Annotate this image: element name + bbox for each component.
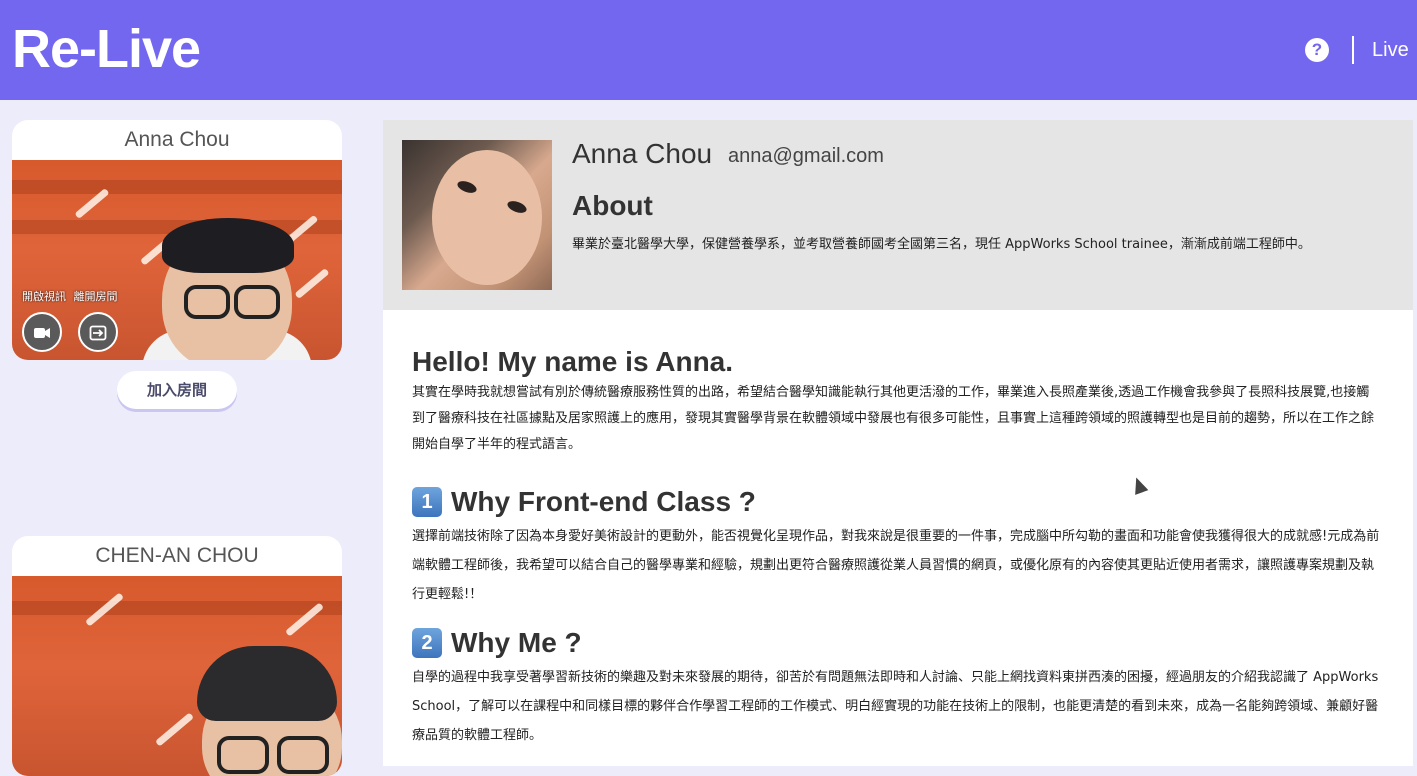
live-nav-link[interactable]: Live: [1372, 36, 1409, 64]
profile-email: anna@gmail.com: [728, 145, 884, 167]
intro-section: Hello! My name is Anna. 其實在學時我就想嘗試有別於傳統醫…: [412, 344, 1382, 458]
app-header: Re-Live ? Live: [0, 0, 1417, 100]
section-why-frontend: 1 Why Front-end Class ? 選擇前端技術除了因為本身愛好美術…: [412, 484, 1382, 609]
video-frame-detail: [217, 736, 269, 774]
about-text: 畢業於臺北醫學大學，保健營養學系，並考取營養師國考全國第三名，現任 AppWor…: [572, 237, 1311, 252]
profile-header: Anna Chou anna@gmail.com About 畢業於臺北醫學大學…: [383, 120, 1413, 310]
video-frame-detail: [12, 180, 342, 194]
camera-label: 開啟視訊: [22, 290, 66, 303]
intro-text: 其實在學時我就想嘗試有別於傳統醫療服務性質的出路，希望結合醫學知識能執行其他更活…: [412, 385, 1375, 452]
help-icon[interactable]: ?: [1305, 38, 1329, 62]
video-camera-icon[interactable]: [22, 312, 62, 352]
participant-name: CHEN-AN CHOU: [95, 544, 259, 567]
section-title: 1 Why Front-end Class ?: [412, 484, 1382, 520]
section-title-text: Why Front-end Class ?: [451, 486, 756, 517]
section-title: 2 Why Me ?: [412, 625, 1382, 661]
video-frame-detail: [155, 712, 194, 747]
control-buttons: [22, 312, 122, 352]
number-one-icon: 1: [412, 487, 442, 517]
about-title: About: [572, 190, 653, 221]
video-feed: [12, 576, 342, 776]
video-frame-detail: [277, 736, 329, 774]
video-frame-detail: [12, 601, 342, 615]
video-feed: 開啟視訊 離開房間: [12, 160, 342, 360]
section-why-me: 2 Why Me ? 自學的過程中我享受著學習新技術的樂趣及對未來發展的期待，卻…: [412, 625, 1382, 750]
video-frame-detail: [184, 285, 230, 319]
header-divider: [1352, 36, 1354, 64]
profile-name: Anna Chou: [572, 138, 713, 169]
video-frame-detail: [234, 285, 280, 319]
section-text: 選擇前端技術除了因為本身愛好美術設計的更動外，能否視覺化呈現作品，對我來說是很重…: [412, 529, 1380, 602]
exit-icon[interactable]: [78, 312, 118, 352]
section-title-text: Why Me ?: [451, 627, 582, 658]
participant-name: Anna Chou: [124, 128, 230, 151]
profile-avatar: [402, 140, 552, 290]
video-controls: 開啟視訊 離開房間: [22, 288, 122, 352]
video-frame-detail: [197, 646, 337, 721]
leave-label: 離開房間: [73, 290, 118, 303]
section-text: 自學的過程中我享受著學習新技術的樂趣及對未來發展的期待，卻苦於有問題無法即時和人…: [412, 670, 1379, 743]
avatar-detail: [432, 150, 542, 285]
video-frame-detail: [294, 267, 330, 300]
number-two-icon: 2: [412, 628, 442, 658]
video-frame-detail: [162, 218, 294, 273]
control-labels: 開啟視訊 離開房間: [22, 288, 122, 304]
intro-title: Hello! My name is Anna.: [412, 346, 734, 377]
video-card: Anna Chou 開啟視訊 離開房間: [12, 120, 342, 360]
app-logo[interactable]: Re-Live: [12, 14, 201, 84]
video-card: CHEN-AN CHOU: [12, 536, 342, 776]
join-room-button[interactable]: 加入房間: [117, 371, 237, 409]
profile-content: Hello! My name is Anna. 其實在學時我就想嘗試有別於傳統醫…: [383, 310, 1413, 766]
